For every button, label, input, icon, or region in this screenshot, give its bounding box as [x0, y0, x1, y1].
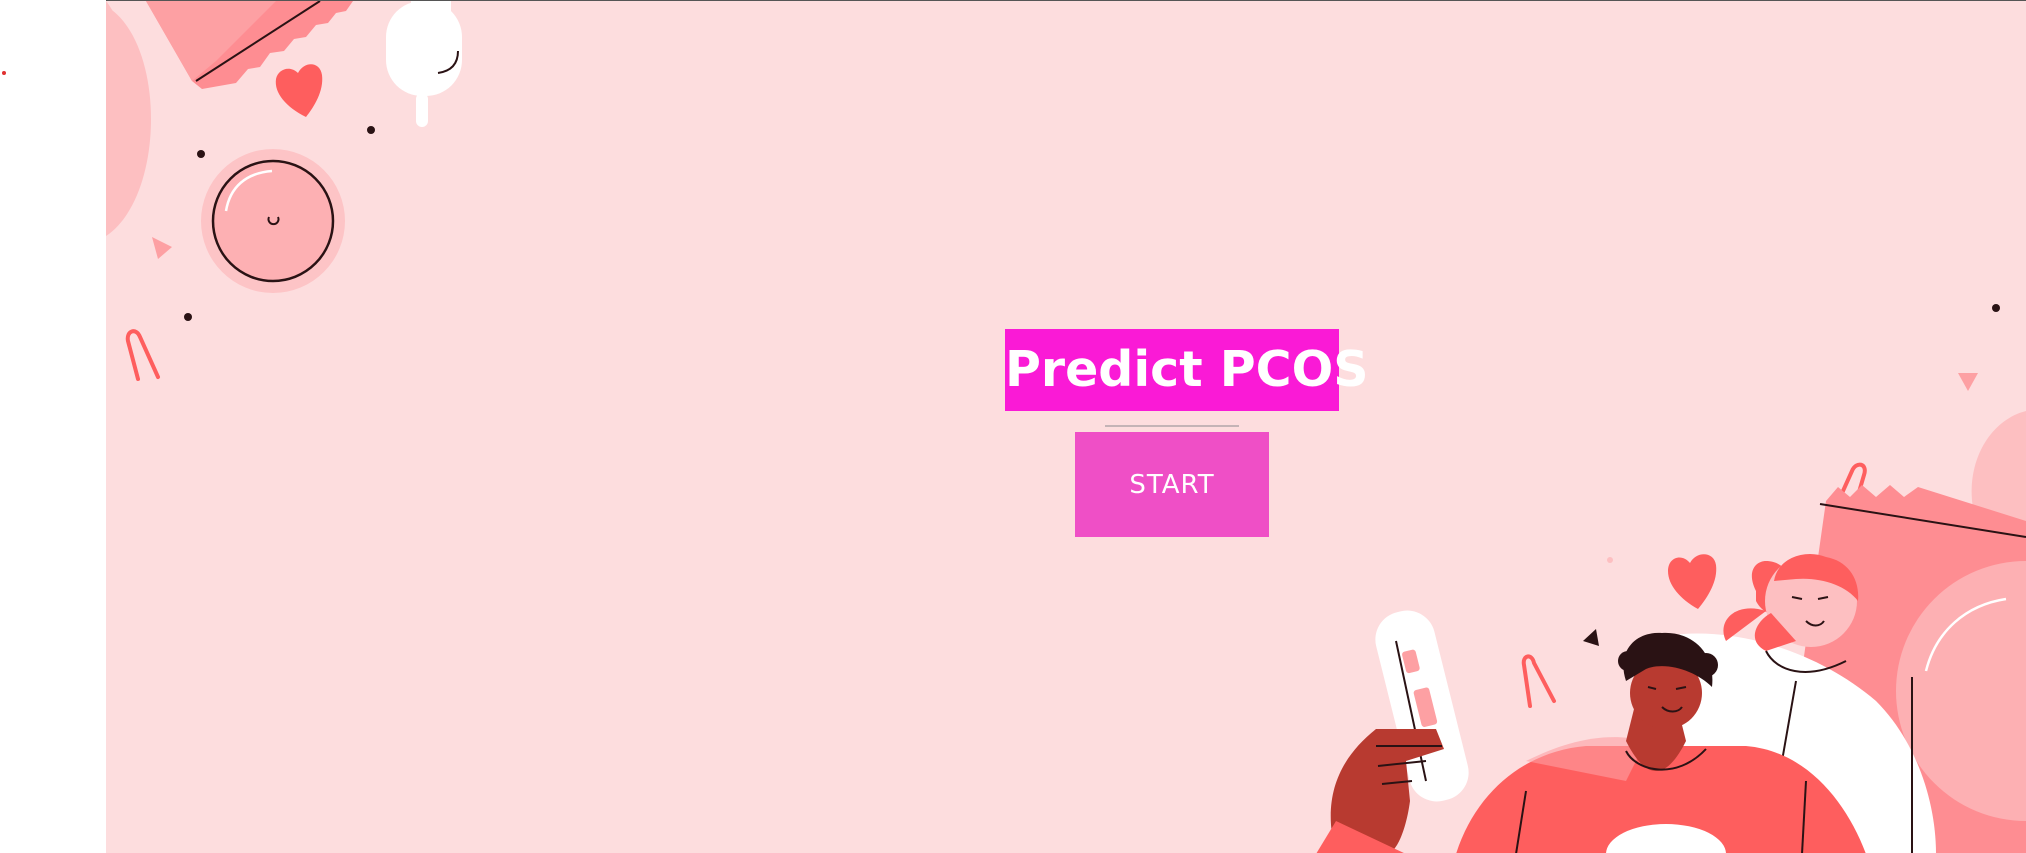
page: Predict PCOS START: [0, 0, 2026, 853]
dot: [184, 313, 192, 321]
dot: [197, 150, 205, 158]
dot: [1992, 304, 2000, 312]
page-title: Predict PCOS: [1005, 329, 1369, 411]
start-button[interactable]: START: [1075, 432, 1269, 537]
hero-section: Predict PCOS START: [106, 0, 2026, 853]
title-divider: [1105, 425, 1239, 427]
red-dot: [2, 71, 6, 75]
contraceptive-ring-icon: [201, 149, 345, 293]
hero-illustration: [106, 1, 2026, 853]
left-gutter: [0, 0, 106, 853]
dot: [367, 126, 375, 134]
dot: [1607, 557, 1613, 563]
